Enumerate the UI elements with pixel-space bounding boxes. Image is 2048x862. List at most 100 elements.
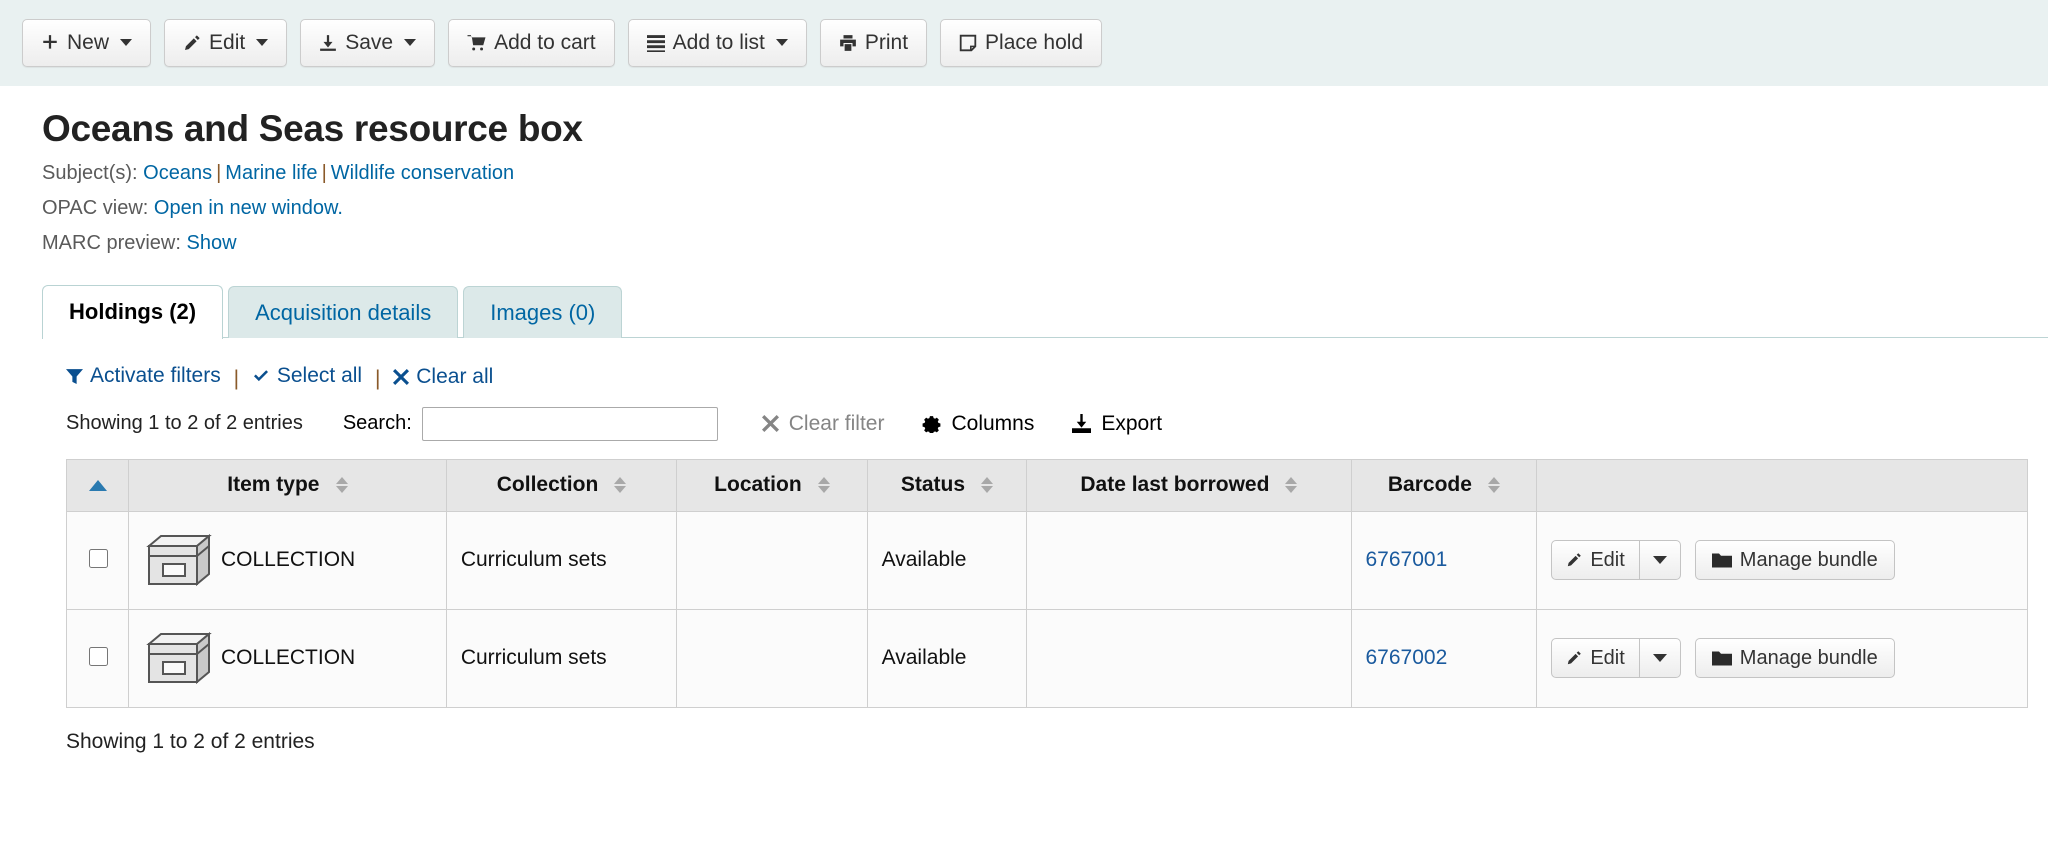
new-button[interactable]: New [22,19,151,67]
column-header-collection[interactable]: Collection [446,459,676,511]
select-all-label[interactable]: Select all [277,364,362,388]
activate-filters-label[interactable]: Activate filters [90,364,221,388]
archive-box-icon [143,628,215,688]
plus-icon [41,34,59,52]
save-button-label: Save [345,31,393,55]
edit-button-group: Edit [1551,540,1680,580]
close-icon [762,415,779,432]
cell-barcode: 6767001 [1351,511,1537,609]
row-select-cell [67,511,129,609]
row-edit-button[interactable]: Edit [1551,638,1639,678]
tab-acquisition-details[interactable]: Acquisition details [228,286,458,338]
cell-collection: Curriculum sets [446,511,676,609]
column-header-item-type-label: Item type [227,473,319,497]
row-edit-button[interactable]: Edit [1551,540,1639,580]
column-header-select[interactable] [67,459,129,511]
manage-bundle-button[interactable]: Manage bundle [1695,638,1895,678]
marc-preview-label: MARC preview: [42,232,181,254]
archive-box-icon [143,530,215,590]
save-button[interactable]: Save [300,19,435,67]
search-label: Search: [343,412,412,435]
column-header-barcode-label: Barcode [1388,473,1472,497]
subject-link-wildlife-conservation[interactable]: Wildlife conservation [331,162,514,184]
marc-preview-line: MARC preview: Show [42,230,2048,256]
edit-button-label: Edit [209,31,245,55]
chevron-down-icon [404,39,416,46]
select-all-link[interactable]: Select all [252,364,362,388]
clear-filter-button[interactable]: Clear filter [762,412,885,436]
manage-bundle-label: Manage bundle [1740,647,1878,670]
pencil-icon [1566,650,1582,666]
folder-icon [1712,552,1732,569]
print-button[interactable]: Print [820,19,927,67]
tab-holdings-label: Holdings (2) [69,299,196,324]
sort-both-icon [818,477,830,493]
column-header-status[interactable]: Status [867,459,1027,511]
tabs-container: Holdings (2) Acquisition details Images … [0,284,2048,338]
column-header-location[interactable]: Location [677,459,867,511]
cell-barcode: 6767002 [1351,609,1537,707]
cell-location [677,609,867,707]
sort-both-icon [1488,477,1500,493]
row-edit-dropdown-toggle[interactable] [1640,540,1681,580]
datatable-info-top: Showing 1 to 2 of 2 entries [66,412,303,435]
add-to-list-button[interactable]: Add to list [628,19,807,67]
pencil-icon [1566,552,1582,568]
download-icon [319,34,337,52]
sort-both-icon [336,477,348,493]
holdings-table-head: Item type Collection Location [67,459,2028,511]
printer-icon [839,34,857,52]
opac-view-line: OPAC view: Open in new window. [42,195,2048,221]
row-checkbox[interactable] [89,647,108,666]
manage-bundle-button[interactable]: Manage bundle [1695,540,1895,580]
filter-divider: | [234,367,239,390]
marc-preview-show-link[interactable]: Show [186,232,236,254]
subject-separator: | [322,162,327,184]
export-label: Export [1101,412,1162,436]
clear-all-link[interactable]: Clear all [393,365,493,389]
sort-both-icon [981,477,993,493]
opac-view-link[interactable]: Open in new window. [154,197,343,219]
chevron-down-icon [256,39,268,46]
column-header-item-type[interactable]: Item type [129,459,447,511]
subjects-line: Subject(s): Oceans|Marine life|Wildlife … [42,160,2048,186]
cell-item-type-label: COLLECTION [221,548,355,572]
barcode-link[interactable]: 6767001 [1366,548,1448,571]
note-icon [959,34,977,52]
table-row: COLLECTION Curriculum sets Available 676… [67,511,2028,609]
search-input[interactable] [422,407,718,441]
column-header-status-label: Status [901,473,965,497]
filter-divider: | [375,367,380,390]
row-edit-dropdown-toggle[interactable] [1640,638,1681,678]
clear-all-label[interactable]: Clear all [416,365,493,389]
subject-link-oceans[interactable]: Oceans [143,162,212,184]
tab-images[interactable]: Images (0) [463,286,622,338]
filter-links-row: Activate filters | Select all | Clear al… [42,364,2048,391]
column-header-date-last-borrowed[interactable]: Date last borrowed [1027,459,1351,511]
gear-icon [922,414,941,433]
export-button[interactable]: Export [1072,412,1162,436]
cell-collection: Curriculum sets [446,609,676,707]
activate-filters-link[interactable]: Activate filters [66,364,221,388]
edit-button[interactable]: Edit [164,19,287,67]
funnel-icon [66,368,83,385]
add-to-cart-button[interactable]: Add to cart [448,19,615,67]
cell-status: Available [867,609,1027,707]
new-button-label: New [67,31,109,55]
cell-date-last-borrowed [1027,609,1351,707]
place-hold-button-label: Place hold [985,31,1083,55]
column-header-barcode[interactable]: Barcode [1351,459,1537,511]
tab-images-label: Images (0) [490,300,595,325]
sort-both-icon [614,477,626,493]
barcode-link[interactable]: 6767002 [1366,646,1448,669]
row-checkbox[interactable] [89,549,108,568]
columns-button[interactable]: Columns [922,412,1034,436]
close-icon [393,369,409,385]
manage-bundle-label: Manage bundle [1740,549,1878,572]
record-header: Oceans and Seas resource box Subject(s):… [0,86,2048,256]
tab-holdings[interactable]: Holdings (2) [42,285,223,339]
place-hold-button[interactable]: Place hold [940,19,1102,67]
datatable-controls: Showing 1 to 2 of 2 entries Search: Clea… [42,407,2048,441]
subject-link-marine-life[interactable]: Marine life [225,162,317,184]
row-select-cell [67,609,129,707]
